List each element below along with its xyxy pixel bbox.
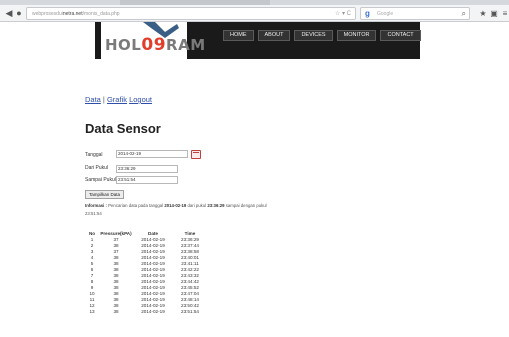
tampilkan-data-button[interactable]: Tampilkan Data — [85, 190, 125, 199]
sampai-label: Sampai Pukul — [85, 177, 116, 183]
menu-contact[interactable]: CONTACT — [380, 30, 421, 41]
tanggal-row: Tanggal — [85, 152, 115, 158]
dari-label: Dari Pukul — [85, 165, 109, 171]
cell-pressure: 38 — [113, 309, 119, 314]
search-icon[interactable]: ⌕ — [462, 8, 466, 19]
table-row: 13 38 2014-02-19 23:51:54 — [85, 309, 207, 315]
bookmark-icon[interactable]: ▣ — [489, 8, 499, 19]
dari-row: Dari Pukul — [85, 165, 115, 171]
forward-icon[interactable]: ● — [15, 7, 23, 19]
search-placeholder: Google — [377, 11, 394, 17]
menu-home[interactable]: HOME — [223, 30, 254, 41]
calendar-icon[interactable] — [191, 150, 201, 159]
sampai-row: Sampai Pukul — [85, 177, 116, 183]
tanggal-label: Tanggal — [85, 152, 103, 158]
site-logo[interactable]: HOL09RAM — [101, 22, 205, 59]
logo-text: HOL09RAM — [105, 35, 206, 55]
menu-icon[interactable]: ≡ — [500, 8, 509, 19]
menu-monitor[interactable]: MONITOR — [336, 30, 377, 41]
sensor-data-table: No Pressure(kPA) Date Time 1 37 2014-02-19… — [85, 231, 207, 315]
menu-devices[interactable]: DEVICES — [294, 30, 333, 41]
url-text: webprosesduinetra.net/monis_data.php — [32, 11, 120, 17]
main-menu: HOME ABOUT DEVICES MONITOR CONTACT — [223, 30, 421, 41]
menu-about[interactable]: ABOUT — [257, 30, 291, 41]
cell-no: 13 — [89, 309, 95, 314]
cell-date: 2014-02-19 — [141, 309, 165, 314]
address-bar-actions[interactable]: ☆ ▾ C — [335, 9, 351, 19]
address-bar[interactable]: webprosesduinetra.net/monis_data.php ☆ ▾… — [26, 7, 356, 20]
star-icon[interactable]: ★ — [478, 8, 488, 19]
page-title: Data Sensor — [85, 121, 161, 136]
sampai-pukul-input[interactable]: 23:51:54 — [116, 176, 178, 184]
link-logout[interactable]: Logout — [129, 95, 152, 104]
google-icon: g — [365, 9, 370, 18]
link-data[interactable]: Data — [85, 95, 101, 104]
tanggal-input[interactable]: 2014-02-19 — [116, 150, 188, 158]
dari-pukul-input[interactable]: 23:36:29 — [116, 165, 178, 173]
search-bar[interactable]: g Google ⌕ — [360, 7, 470, 20]
browser-toolbar: ◀ ● webprosesduinetra.net/monis_data.php… — [0, 5, 509, 22]
site-header: HOL09RAM HOME ABOUT DEVICES MONITOR CONT… — [95, 22, 421, 59]
cell-time: 23:51:54 — [181, 309, 199, 314]
back-icon[interactable]: ◀ — [3, 7, 15, 19]
info-text: Informasi : Pencarian data pada tanggal … — [85, 203, 267, 216]
page-links: Data | Grafik Logout — [85, 95, 152, 104]
link-grafik[interactable]: Grafik — [107, 95, 127, 104]
